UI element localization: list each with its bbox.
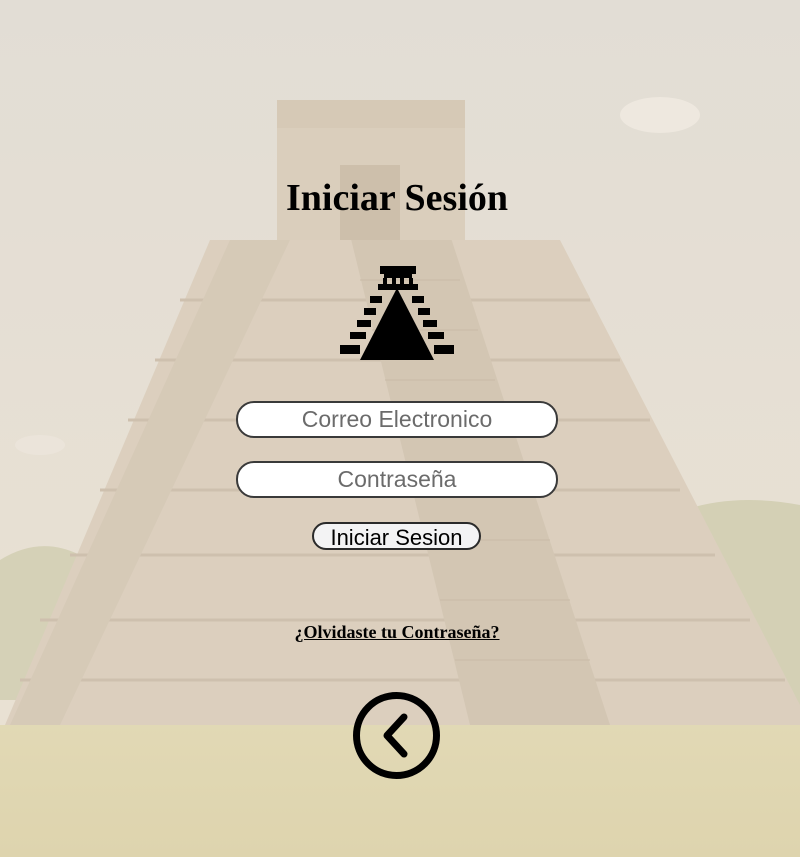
chevron-left-circle-icon[interactable] <box>352 691 441 780</box>
email-field[interactable] <box>236 401 558 438</box>
login-button[interactable]: Iniciar Sesion <box>312 522 481 550</box>
password-field[interactable] <box>236 461 558 498</box>
forgot-password-link[interactable]: ¿Olvidaste tu Contraseña? <box>0 622 794 643</box>
page-title: Iniciar Sesión <box>285 177 509 219</box>
pyramid-icon <box>340 266 454 360</box>
